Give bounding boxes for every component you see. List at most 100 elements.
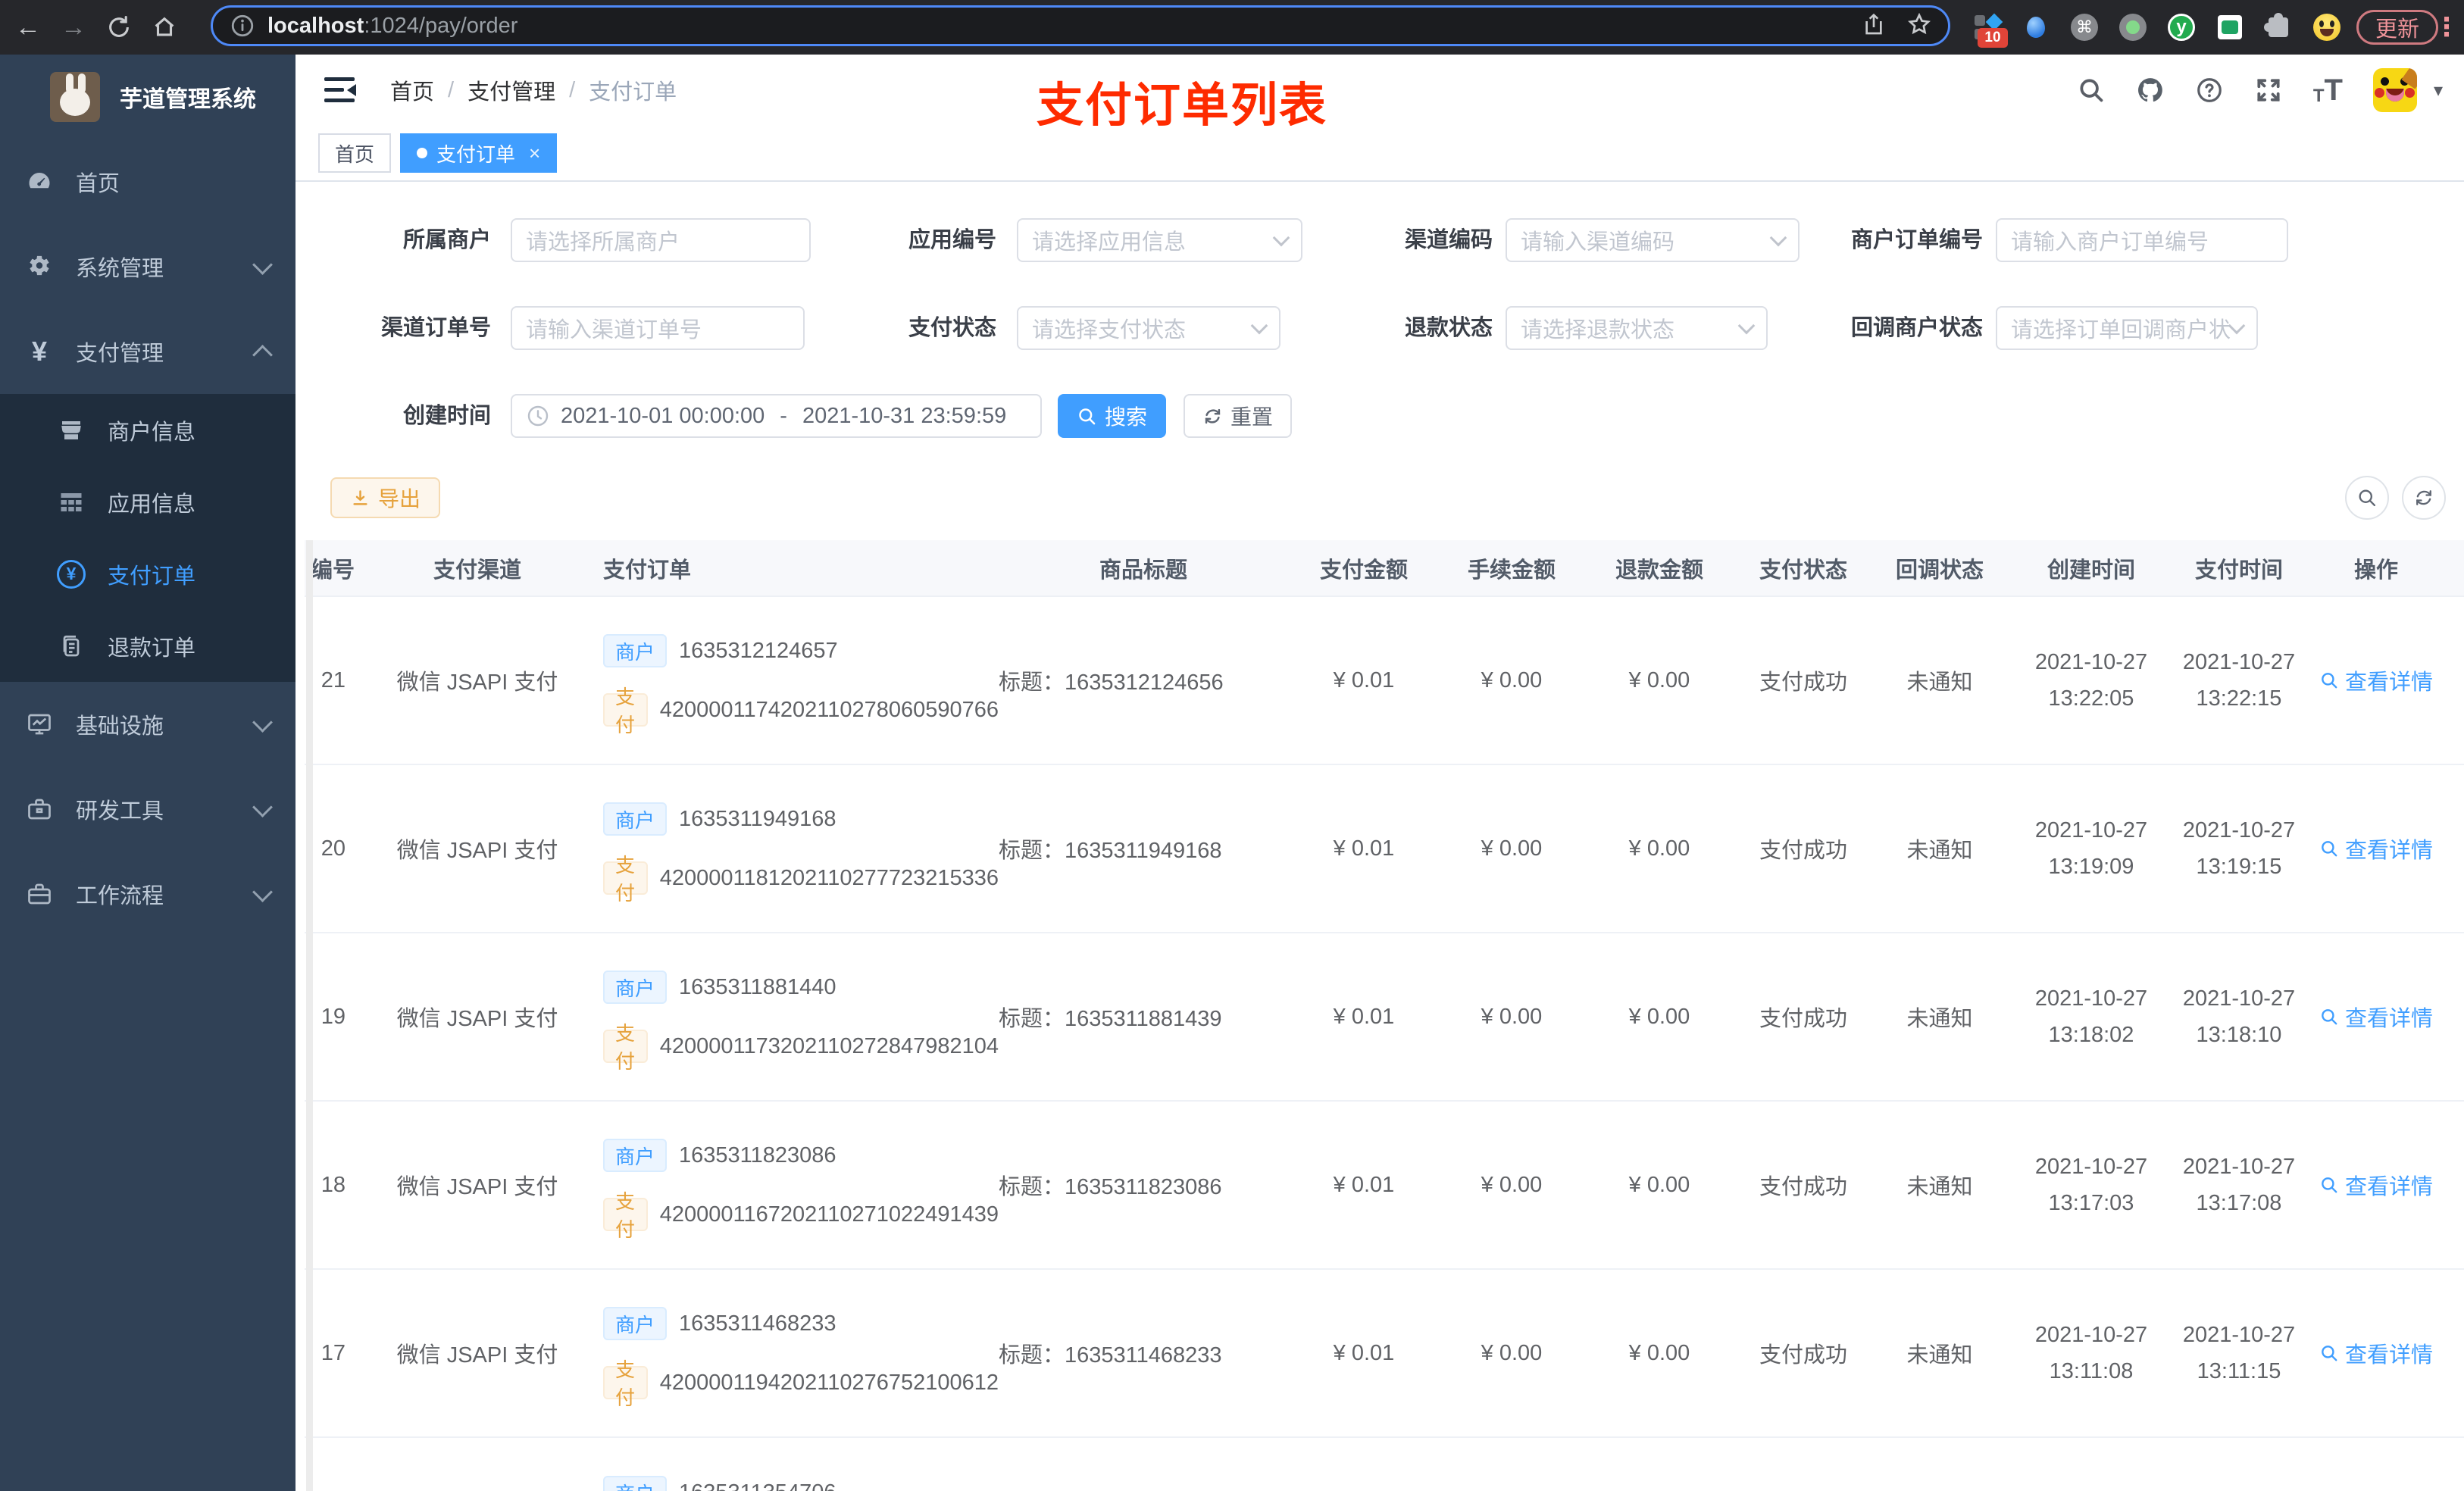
sidebar-item-app-info[interactable]: 应用信息 [0, 466, 295, 538]
export-button[interactable]: 导出 [330, 477, 440, 518]
pay-amount: ¥ 0.01 [1333, 836, 1395, 861]
pay-channel: 微信 JSAPI 支付 [396, 839, 558, 863]
avatar-caret-icon[interactable]: ▾ [2434, 80, 2443, 102]
grid-icon [55, 489, 88, 516]
table-search-toggle-button[interactable] [2345, 476, 2389, 520]
sidebar-item-pay-order[interactable]: ¥ 支付订单 [0, 538, 295, 610]
page-title-annotation: 支付订单列表 [1037, 80, 1328, 132]
col-refund: 退款金额 [1615, 558, 1703, 583]
merchant-tag: 商户 [603, 1307, 668, 1340]
sidebar-item-merchant-info[interactable]: 商户信息 [0, 394, 295, 466]
table-row: 20 微信 JSAPI 支付 商户 1635311949168 支付 4200001… [305, 765, 2464, 933]
table-row: 17 微信 JSAPI 支付 商户 1635311468233 支付 4200001… [305, 1270, 2464, 1438]
channel-code-select[interactable]: 请输入渠道编码 [1506, 218, 1800, 262]
share-icon[interactable] [1862, 12, 1886, 40]
col-amount: 支付金额 [1319, 558, 1408, 583]
forward-icon[interactable]: → [56, 10, 91, 45]
content: 所属商户 请选择所属商户 应用编号 请选择应用信息 渠道编码 请输入渠道编码 商… [295, 182, 2464, 1491]
breadcrumb-home[interactable]: 首页 [390, 74, 434, 106]
create-time-range-input[interactable]: 2021-10-01 00:00:00 - 2021-10-31 23:59:5… [511, 394, 1042, 438]
view-detail-link[interactable]: 查看详情 [2303, 1337, 2449, 1369]
search-button[interactable]: 搜索 [1058, 394, 1166, 438]
yen-icon: ¥ [31, 336, 48, 367]
pay-tag: 支付 [603, 1022, 648, 1073]
filter-label-create-time: 创建时间 [402, 404, 491, 428]
view-detail-link[interactable]: 查看详情 [2303, 833, 2449, 864]
extension-row: 10 ⌘ y [1973, 0, 2341, 55]
tab-pay-order[interactable]: 支付订单 × [400, 133, 558, 173]
browser-menu-icon[interactable]: ⋮ [2434, 0, 2459, 55]
info-icon[interactable] [230, 13, 255, 39]
extension-y-icon[interactable]: y [2167, 13, 2196, 42]
merchant-tag: 商户 [603, 802, 668, 836]
sidebar-item-infrastructure[interactable]: 基础设施 [0, 682, 295, 767]
create-time: 2021-10-27 13:18:02 [2034, 986, 2148, 1047]
font-size-icon[interactable]: TT [2313, 75, 2343, 105]
table-row: 21 微信 JSAPI 支付 商户 1635312124657 支付 4200001… [305, 597, 2464, 765]
document-icon [55, 633, 88, 660]
tag-view-bar: 首页 支付订单 × [295, 126, 2464, 182]
view-detail-link[interactable]: 查看详情 [2303, 1001, 2449, 1033]
bookmark-star-icon[interactable] [1907, 12, 1931, 40]
sidebar-item-dev-tools[interactable]: 研发工具 [0, 767, 295, 852]
reset-button[interactable]: 重置 [1184, 394, 1292, 438]
goods-title: 标题：1635311468233 [999, 1343, 1222, 1368]
extension-sigma-icon[interactable]: 10 [1973, 13, 2008, 48]
view-detail-link[interactable]: 查看详情 [2303, 664, 2449, 696]
tab-close-icon[interactable]: × [529, 142, 540, 165]
extension-puzzle-icon[interactable] [2264, 13, 2293, 42]
back-icon[interactable]: ← [11, 10, 45, 45]
pay-channel: 微信 JSAPI 支付 [396, 1007, 558, 1031]
avatar[interactable] [2372, 68, 2417, 112]
sidebar: 芋道管理系统 首页 系统管理 ¥ 支付管理 商户信息 应用信息 ¥ 支付订单 退… [0, 55, 295, 1491]
pay-tag: 支付 [603, 854, 648, 905]
filter-label-app: 应用编号 [908, 228, 996, 252]
filter-label-channel-code: 渠道编码 [1404, 228, 1493, 252]
merchant-order-no-input[interactable]: 请输入商户订单编号 [1996, 218, 2288, 262]
home-icon[interactable] [147, 10, 182, 45]
sidebar-item-refund-order[interactable]: 退款订单 [0, 610, 295, 682]
pay-time: 2021-10-27 13:11:15 [2182, 1323, 2296, 1383]
tab-home[interactable]: 首页 [318, 133, 392, 173]
pay-status: 支付成功 [1759, 670, 1847, 695]
search-icon[interactable] [2077, 76, 2106, 105]
app-select[interactable]: 请选择应用信息 [1017, 218, 1302, 262]
table-refresh-button[interactable] [2402, 476, 2446, 520]
col-action: 操作 [2353, 558, 2398, 583]
extension-record-icon[interactable] [2118, 13, 2147, 42]
sidebar-item-payment[interactable]: ¥ 支付管理 [0, 309, 295, 394]
view-detail-link[interactable]: 查看详情 [2303, 1169, 2449, 1201]
goods-title: 标题：1635312124656 [999, 670, 1224, 695]
col-paid: 支付时间 [2194, 558, 2283, 583]
channel-order-no-input[interactable]: 请输入渠道订单号 [511, 306, 805, 350]
fullscreen-icon[interactable] [2254, 76, 2283, 105]
chevron-down-icon [1272, 229, 1290, 247]
filter-label-pay-status: 支付状态 [908, 316, 996, 340]
update-button[interactable]: 更新 [2356, 10, 2439, 45]
extension-emoji-icon[interactable] [2312, 13, 2341, 42]
url-bar[interactable]: localhost:1024/pay/order [211, 5, 1950, 46]
notify-status-select[interactable]: 请选择订单回调商户状态 [1996, 306, 2258, 350]
logo-row[interactable]: 芋道管理系统 [0, 55, 295, 139]
filter-label-channel-order-no: 渠道订单号 [380, 316, 491, 340]
sidebar-item-home[interactable]: 首页 [0, 139, 295, 224]
breadcrumb-payment[interactable]: 支付管理 [467, 74, 555, 106]
fee-amount: ¥ 0.00 [1481, 1172, 1543, 1197]
col-fee: 手续金额 [1467, 558, 1556, 583]
breadcrumb-current: 支付订单 [589, 80, 677, 105]
extension-command-icon[interactable]: ⌘ [2070, 13, 2099, 42]
pay-status-select[interactable]: 请选择支付状态 [1017, 306, 1280, 350]
github-icon[interactable] [2136, 76, 2165, 105]
help-icon[interactable] [2195, 76, 2224, 105]
monitor-chart-icon [23, 711, 56, 738]
refund-status-select[interactable]: 请选择退款状态 [1506, 306, 1768, 350]
extension-chat-icon[interactable] [2215, 13, 2244, 42]
table-row: 18 微信 JSAPI 支付 商户 1635311823086 支付 4200001… [305, 1102, 2464, 1270]
sidebar-item-workflow[interactable]: 工作流程 [0, 852, 295, 936]
sidebar-collapse-icon[interactable] [324, 76, 356, 105]
reload-icon[interactable] [102, 10, 136, 45]
sidebar-item-system[interactable]: 系统管理 [0, 224, 295, 309]
extension-balloon-icon[interactable] [2022, 13, 2050, 42]
merchant-select[interactable]: 请选择所属商户 [511, 218, 811, 262]
dashboard-icon [23, 168, 56, 195]
